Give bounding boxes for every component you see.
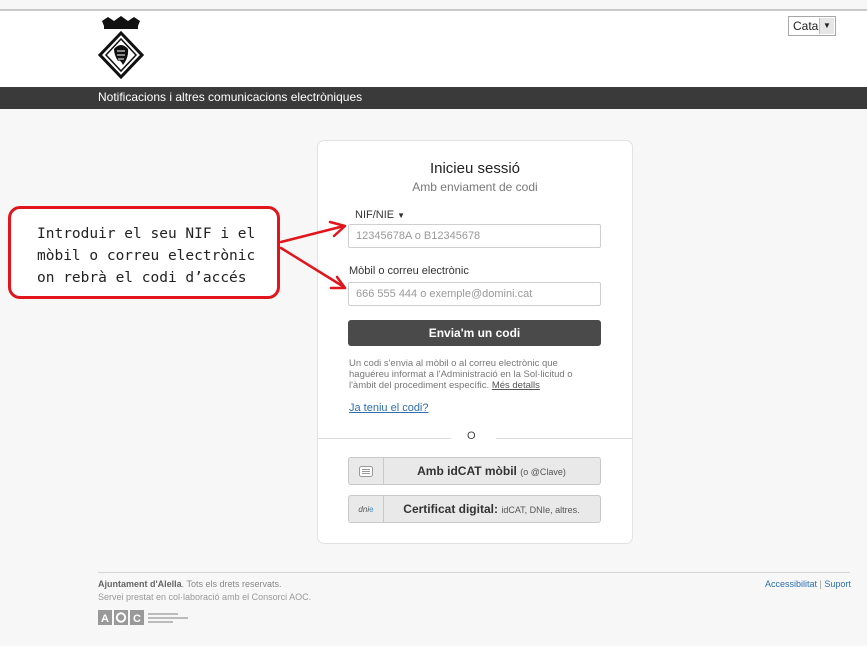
login-title: Inicieu sessió: [429, 160, 521, 177]
accessibility-link[interactable]: Accessibilitat: [765, 579, 817, 589]
caret-down-icon: ▼: [397, 211, 406, 220]
nif-input[interactable]: 12345678A o B12345678: [348, 224, 601, 248]
have-code-link[interactable]: Ja teniu el codi?: [349, 402, 429, 414]
dni-icon-text: dni: [358, 505, 370, 514]
idcat-mobile-label: Amb idCAT mòbil (o @Clave): [383, 458, 600, 484]
separator-text: O: [467, 430, 476, 442]
idcat-label-main: Amb idCAT mòbil: [417, 464, 517, 478]
footer-org-name: Ajuntament d'Alella: [98, 579, 182, 589]
id-type-label: NIF/NIE: [355, 209, 395, 221]
digital-certificate-label: Certificat digital: idCAT, DNIe, altres.: [383, 496, 600, 522]
footer-divider: [98, 572, 850, 573]
cert-label-note: idCAT, DNIe, altres.: [501, 505, 580, 515]
svg-text:C: C: [133, 613, 141, 625]
language-select[interactable]: Català ▼: [788, 16, 836, 36]
contact-label: Mòbil o correu electrònic: [349, 265, 469, 277]
municipal-shield-logo: [98, 16, 144, 79]
idcat-mobile-button[interactable]: Amb idCAT mòbil (o @Clave): [348, 457, 601, 485]
chat-bubble-icon: [349, 458, 384, 484]
footer-service: Servei prestat en col·laboració amb el C…: [98, 592, 312, 602]
id-type-dropdown[interactable]: NIF/NIE ▼: [355, 209, 405, 221]
idcat-label-note: (o @Clave): [520, 467, 566, 477]
dni-e-icon: dnie: [349, 496, 384, 522]
annotation-text: Introduir el seu NIF i el mòbil o correu…: [37, 226, 256, 286]
contact-placeholder: 666 555 444 o exemple@domini.cat: [356, 288, 533, 300]
separator-line-left: [318, 438, 451, 439]
contact-input[interactable]: 666 555 444 o exemple@domini.cat: [348, 282, 601, 306]
footer-link-divider: |: [819, 579, 822, 589]
aoc-logo: A C: [98, 610, 188, 625]
footer-rights: Ajuntament d'Alella. Tots els drets rese…: [98, 579, 282, 589]
cert-label-main: Certificat digital:: [403, 502, 498, 516]
dropdown-arrow-icon[interactable]: ▼: [819, 18, 834, 34]
annotation-callout: Introduir el seu NIF i el mòbil o correu…: [8, 206, 280, 299]
separator-line-right: [496, 438, 632, 439]
navbar-title: Notificacions i altres comunicacions ele…: [98, 90, 363, 104]
footer-links: Accessibilitat | Suport: [765, 579, 851, 589]
navbar: Notificacions i altres comunicacions ele…: [0, 87, 867, 109]
more-details-link[interactable]: Més detalls: [492, 380, 540, 391]
digital-certificate-button[interactable]: dnie Certificat digital: idCAT, DNIe, al…: [348, 495, 601, 523]
svg-text:A: A: [101, 613, 109, 625]
info-text-block: Un codi s'envia al mòbil o al correu ele…: [349, 358, 599, 391]
send-code-button[interactable]: Envia'm un codi: [348, 320, 601, 346]
login-subtitle: Amb enviament de codi: [412, 180, 538, 194]
footer-rights-text: . Tots els drets reservats.: [181, 579, 282, 589]
support-link[interactable]: Suport: [824, 579, 851, 589]
nif-placeholder: 12345678A o B12345678: [356, 230, 481, 242]
login-card: Inicieu sessió Amb enviament de codi NIF…: [317, 140, 633, 544]
